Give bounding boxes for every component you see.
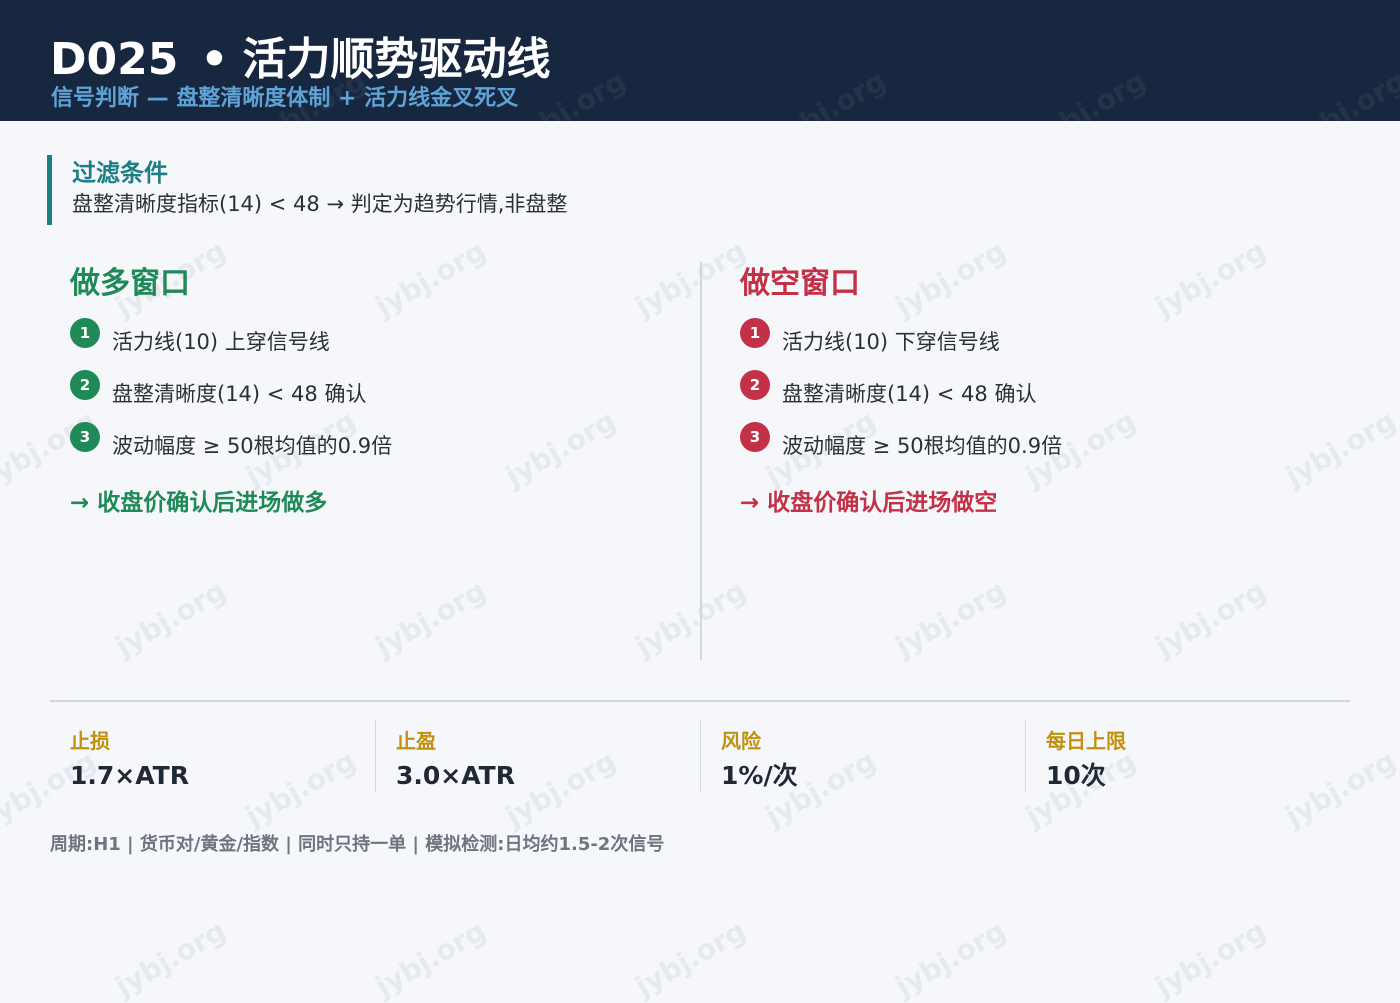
long-condition: 3 波动幅度 ≥ 50根均值的0.9倍 xyxy=(70,416,670,468)
step-number-badge: 3 xyxy=(740,422,770,452)
stat-label: 止损 xyxy=(70,729,110,753)
strategy-name: 活力顺势驱动线 xyxy=(242,34,551,85)
stat-value: 1.7×ATR xyxy=(70,761,189,790)
stat-label: 止盈 xyxy=(396,729,436,753)
long-condition: 2 盘整清晰度(14) < 48 确认 xyxy=(70,364,670,416)
page-subtitle: 信号判断 — 盘整清晰度体制 + 活力线金叉死叉 xyxy=(51,86,519,111)
stat-risk: 风险 1%/次 xyxy=(700,720,1025,792)
watermark-text: jybj.org xyxy=(1289,63,1400,121)
watermark-text: jybj.org xyxy=(889,573,1012,664)
watermark-text: jybj.org xyxy=(629,573,752,664)
condition-text: 波动幅度 ≥ 50根均值的0.9倍 xyxy=(112,434,393,458)
step-number-badge: 2 xyxy=(70,370,100,400)
watermark-text: jybj.org xyxy=(369,913,492,1003)
watermark-text: jybj.org xyxy=(369,573,492,664)
short-condition: 3 波动幅度 ≥ 50根均值的0.9倍 xyxy=(740,416,1340,468)
long-window-section: 做多窗口 1 活力线(10) 上穿信号线 2 盘整清晰度(14) < 48 确认… xyxy=(70,262,670,520)
step-number-badge: 3 xyxy=(70,422,100,452)
watermark-text: jybj.org xyxy=(109,573,232,664)
watermark-text: jybj.org xyxy=(1029,63,1152,121)
stat-daily-limit: 每日上限 10次 xyxy=(1025,720,1350,792)
step-number-badge: 2 xyxy=(740,370,770,400)
stat-value: 3.0×ATR xyxy=(396,761,515,790)
filter-text: 盘整清晰度指标(14) < 48 → 判定为趋势行情,非盘整 xyxy=(72,192,568,216)
watermark-text: jybj.org xyxy=(769,63,892,121)
short-entry-rule: → 收盘价确认后进场做空 xyxy=(740,490,998,516)
watermark-text: jybj.org xyxy=(109,913,232,1003)
condition-text: 活力线(10) 下穿信号线 xyxy=(782,330,1000,354)
condition-text: 活力线(10) 上穿信号线 xyxy=(112,330,330,354)
short-window-title: 做空窗口 xyxy=(740,266,860,301)
strategy-code: D025 xyxy=(50,34,179,85)
stat-stop-loss: 止损 1.7×ATR xyxy=(50,720,375,792)
title-separator: • xyxy=(200,34,229,85)
condition-text: 波动幅度 ≥ 50根均值的0.9倍 xyxy=(782,434,1063,458)
stat-label: 每日上限 xyxy=(1046,729,1126,753)
long-entry-rule: → 收盘价确认后进场做多 xyxy=(70,490,328,516)
section-divider xyxy=(50,700,1350,702)
watermark-text: jybj.org xyxy=(1149,573,1272,664)
watermark-text: jybj.org xyxy=(889,913,1012,1003)
page-title: D025 • 活力顺势驱动线 xyxy=(50,30,551,90)
stat-label: 风险 xyxy=(721,729,761,753)
column-divider xyxy=(700,262,702,660)
stat-value: 1%/次 xyxy=(721,761,798,790)
stat-value: 10次 xyxy=(1046,761,1106,790)
step-number-badge: 1 xyxy=(740,318,770,348)
short-window-section: 做空窗口 1 活力线(10) 下穿信号线 2 盘整清晰度(14) < 48 确认… xyxy=(740,262,1340,520)
watermark-text: jybj.org xyxy=(629,913,752,1003)
watermark-text: jybj.org xyxy=(1149,913,1272,1003)
filter-callout: 过滤条件 盘整清晰度指标(14) < 48 → 判定为趋势行情,非盘整 xyxy=(47,155,567,225)
stat-take-profit: 止盈 3.0×ATR xyxy=(375,720,700,792)
condition-text: 盘整清晰度(14) < 48 确认 xyxy=(782,382,1037,406)
short-condition: 2 盘整清晰度(14) < 48 确认 xyxy=(740,364,1340,416)
header-banner: jybj.org jybj.org jybj.org jybj.org jybj… xyxy=(0,0,1400,121)
footnote: 周期:H1 | 货币对/黄金/指数 | 同时只持一单 | 模拟检测:日均约1.5… xyxy=(50,834,665,855)
short-condition: 1 活力线(10) 下穿信号线 xyxy=(740,312,1340,364)
long-window-title: 做多窗口 xyxy=(70,266,190,301)
step-number-badge: 1 xyxy=(70,318,100,348)
risk-parameters: 止损 1.7×ATR 止盈 3.0×ATR 风险 1%/次 每日上限 10次 xyxy=(50,720,1350,792)
condition-text: 盘整清晰度(14) < 48 确认 xyxy=(112,382,367,406)
long-condition: 1 活力线(10) 上穿信号线 xyxy=(70,312,670,364)
filter-title: 过滤条件 xyxy=(72,159,168,187)
